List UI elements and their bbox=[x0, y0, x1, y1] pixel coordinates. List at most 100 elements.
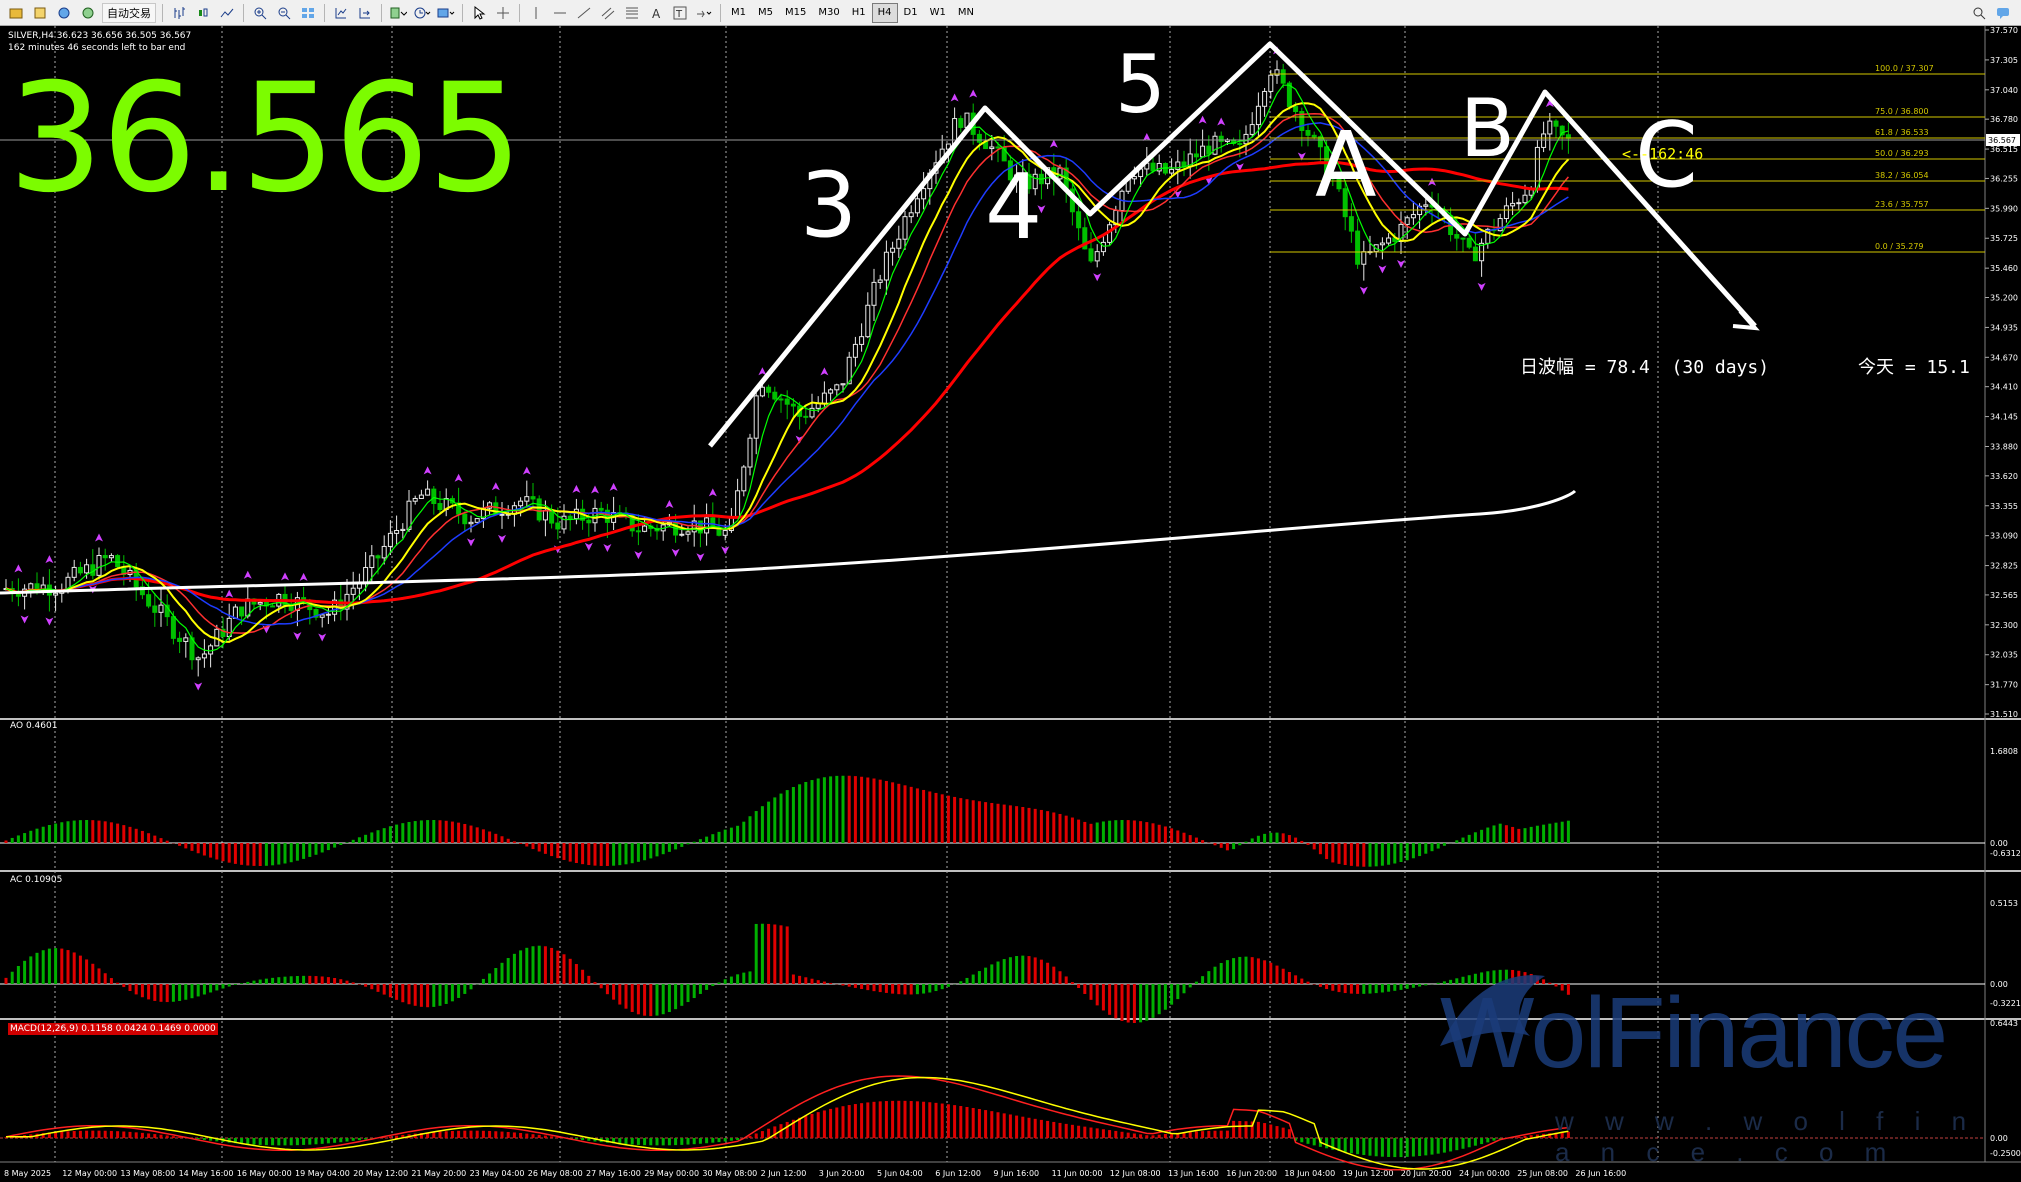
price-axis-label: 33.355 bbox=[1990, 502, 2018, 511]
candle-body bbox=[387, 532, 393, 547]
channel-icon[interactable] bbox=[598, 3, 618, 23]
candle-body bbox=[1516, 202, 1522, 205]
candle-body bbox=[1249, 124, 1255, 135]
text-label-icon[interactable]: T bbox=[670, 3, 690, 23]
price-axis-label: 32.300 bbox=[1990, 621, 2018, 630]
fractal-up-marker bbox=[665, 499, 674, 508]
trendline-icon[interactable] bbox=[574, 3, 594, 23]
candle-body bbox=[1280, 69, 1286, 84]
time-axis-label: 12 May 00:00 bbox=[62, 1169, 117, 1178]
price-axis-label: 33.880 bbox=[1990, 442, 2018, 451]
candle-body bbox=[1547, 120, 1553, 135]
candle-body bbox=[28, 583, 34, 590]
candle-body bbox=[896, 238, 902, 249]
timeframe-h4[interactable]: H4 bbox=[871, 2, 898, 23]
timeframe-m1[interactable]: M1 bbox=[725, 3, 752, 23]
profiles-icon[interactable] bbox=[30, 3, 50, 23]
fractal-up-marker bbox=[609, 482, 618, 491]
cursor-icon[interactable] bbox=[469, 3, 489, 23]
candle-body bbox=[598, 507, 604, 511]
candle-body bbox=[561, 515, 567, 530]
zoom-in-icon[interactable] bbox=[250, 3, 270, 23]
auto-trading-button[interactable]: 自动交易 bbox=[102, 2, 156, 23]
timeframe-m5[interactable]: M5 bbox=[752, 3, 779, 23]
timeframe-h1[interactable]: H1 bbox=[846, 3, 872, 23]
time-axis-label: 12 Jun 08:00 bbox=[1110, 1169, 1161, 1178]
fractal-down-marker bbox=[603, 543, 612, 552]
search-icon[interactable] bbox=[1969, 3, 1989, 23]
arrows-icon[interactable] bbox=[694, 3, 714, 23]
crosshair-icon[interactable] bbox=[493, 3, 513, 23]
candle-body bbox=[859, 336, 865, 345]
candle-body bbox=[195, 657, 201, 661]
horizontal-line-icon[interactable] bbox=[550, 3, 570, 23]
toolbar-separator bbox=[462, 3, 463, 22]
price-axis-label: 37.570 bbox=[1990, 26, 2018, 35]
candle-body bbox=[77, 566, 83, 574]
tile-windows-icon[interactable] bbox=[298, 3, 318, 23]
bar-chart-icon[interactable] bbox=[169, 3, 189, 23]
templates-icon[interactable] bbox=[436, 3, 456, 23]
time-axis-label: 2 Jun 12:00 bbox=[761, 1169, 807, 1178]
toolbar-separator bbox=[381, 3, 382, 22]
time-axis-label: 30 May 08:00 bbox=[702, 1169, 757, 1178]
fractal-up-marker bbox=[758, 367, 767, 376]
candle-body bbox=[1243, 133, 1249, 145]
text-icon[interactable]: A bbox=[646, 3, 666, 23]
candle-body bbox=[183, 637, 189, 642]
chart-window[interactable]: 37.570 37.305 37.040 36.780 36.515 36.255 35.9… bbox=[0, 26, 2021, 1182]
candle-body bbox=[536, 498, 542, 521]
zoom-out-icon[interactable] bbox=[274, 3, 294, 23]
market-watch-icon[interactable] bbox=[54, 3, 74, 23]
autoscroll-icon[interactable] bbox=[355, 3, 375, 23]
candle-body bbox=[412, 497, 418, 502]
fractal-down-marker bbox=[45, 617, 54, 626]
indicators-icon[interactable] bbox=[388, 3, 408, 23]
candle-body bbox=[1410, 214, 1416, 219]
candle-body bbox=[567, 515, 573, 520]
vertical-line-icon[interactable] bbox=[526, 3, 546, 23]
fractal-up-marker bbox=[572, 484, 581, 493]
candle-body bbox=[201, 653, 207, 659]
price-axis-label: 31.510 bbox=[1990, 710, 2018, 719]
fractal-up-marker bbox=[1217, 117, 1226, 126]
candle-body bbox=[1361, 251, 1367, 265]
candlestick-icon[interactable] bbox=[193, 3, 213, 23]
chart-shift-icon[interactable] bbox=[331, 3, 351, 23]
current-price-tag: 36.567 bbox=[1988, 136, 2016, 145]
fib-level-label: 61.8 / 36.533 bbox=[1875, 128, 1929, 137]
candle-body bbox=[1293, 106, 1299, 113]
time-axis-label: 13 May 08:00 bbox=[120, 1169, 175, 1178]
candle-body bbox=[1255, 105, 1261, 126]
periods-icon[interactable] bbox=[412, 3, 432, 23]
fibonacci-icon[interactable] bbox=[622, 3, 642, 23]
time-axis-label: 27 May 16:00 bbox=[586, 1169, 641, 1178]
timeframe-m15[interactable]: M15 bbox=[779, 3, 812, 23]
candle-body bbox=[747, 437, 753, 468]
time-axis-label: 14 May 16:00 bbox=[179, 1169, 234, 1178]
candle-body bbox=[766, 386, 772, 393]
fib-level-label: 100.0 / 37.307 bbox=[1875, 64, 1934, 73]
candle-body bbox=[1348, 216, 1354, 232]
candle-body bbox=[840, 383, 846, 386]
candle-body bbox=[549, 509, 555, 524]
timeframe-mn[interactable]: MN bbox=[952, 3, 980, 23]
chat-icon[interactable] bbox=[1993, 3, 2013, 23]
time-axis-label: 13 Jun 16:00 bbox=[1168, 1169, 1219, 1178]
candle-body bbox=[1218, 135, 1224, 142]
ac-label: AC 0.10905 bbox=[10, 875, 63, 885]
price-axis-label: 34.935 bbox=[1990, 323, 2018, 332]
candle-body bbox=[96, 555, 102, 576]
candle-body bbox=[1169, 168, 1175, 174]
candle-body bbox=[877, 279, 883, 283]
new-chart-icon[interactable] bbox=[6, 3, 26, 23]
timeframe-d1[interactable]: D1 bbox=[898, 3, 924, 23]
line-chart-icon[interactable] bbox=[217, 3, 237, 23]
toolbar-separator bbox=[519, 3, 520, 22]
navigator-icon[interactable] bbox=[78, 3, 98, 23]
time-axis-label: 11 Jun 00:00 bbox=[1052, 1169, 1103, 1178]
timeframe-w1[interactable]: W1 bbox=[924, 3, 952, 23]
timeframe-m30[interactable]: M30 bbox=[812, 3, 845, 23]
fractal-up-marker bbox=[14, 564, 23, 573]
price-axis-label: 33.620 bbox=[1990, 472, 2018, 481]
